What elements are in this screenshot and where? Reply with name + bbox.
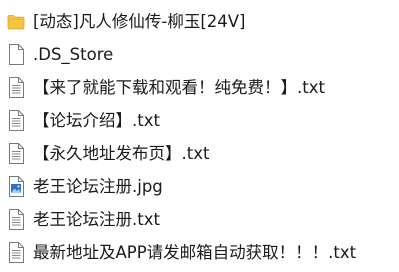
file-name: 最新地址及APP请发邮箱自动获取！！！.txt [33, 242, 357, 262]
file-name: 【论坛介绍】.txt [33, 110, 160, 130]
text-file-icon [7, 77, 25, 99]
file-name: 老王论坛注册.txt [33, 209, 160, 229]
file-name: 老王论坛注册.jpg [33, 176, 163, 196]
folder-icon [7, 11, 25, 33]
file-name: .DS_Store [33, 44, 114, 64]
file-name: 【永久地址发布页】.txt [33, 143, 210, 163]
blank-file-icon [7, 44, 25, 66]
file-name: [动态]凡人修仙传-柳玉[24V] [33, 11, 246, 31]
file-item-txt[interactable]: 【论坛介绍】.txt [0, 104, 399, 137]
file-item-ds-store[interactable]: .DS_Store [0, 38, 399, 71]
file-item-jpg[interactable]: 老王论坛注册.jpg [0, 170, 399, 203]
file-list: [动态]凡人修仙传-柳玉[24V] .DS_Store 【来了就能下载和观看！纯… [0, 0, 399, 272]
image-file-icon [7, 176, 25, 198]
file-item-txt[interactable]: 【永久地址发布页】.txt [0, 137, 399, 170]
file-item-txt[interactable]: 最新地址及APP请发邮箱自动获取！！！.txt [0, 236, 399, 269]
text-file-icon [7, 143, 25, 165]
text-file-icon [7, 209, 25, 231]
file-item-folder[interactable]: [动态]凡人修仙传-柳玉[24V] [0, 5, 399, 38]
text-file-icon [7, 110, 25, 132]
file-item-txt[interactable]: 【来了就能下载和观看！纯免费！】.txt [0, 71, 399, 104]
file-item-txt[interactable]: 老王论坛注册.txt [0, 203, 399, 236]
text-file-icon [7, 242, 25, 264]
file-name: 【来了就能下载和观看！纯免费！】.txt [33, 77, 325, 97]
